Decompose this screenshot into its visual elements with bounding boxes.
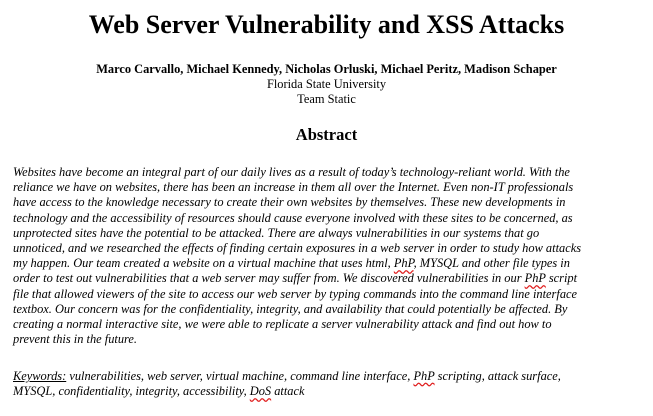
abstract-line: creating a normal interactive site, we w… [13,317,552,332]
abstract-text-segment: my happen. Our team created a website on… [13,256,394,271]
abstract-line: have access to the knowledge necessary t… [13,195,566,210]
abstract-line: unprotected sites have the potential to … [13,225,540,240]
keywords-text: scripting, attack surface, [434,369,561,383]
spellcheck-flagged-word[interactable]: DoS [250,384,271,398]
paper-authors: Marco Carvallo, Michael Kennedy, Nichola… [96,62,557,76]
keywords-section: Keywords: vulnerabilities, web server, v… [13,369,643,399]
team-name: Team Static [297,92,356,106]
abstract-line: my happen. Our team created a website on… [13,256,643,271]
abstract-line: Websites have become an integral part of… [13,165,570,179]
keywords-text: attack [271,384,305,399]
abstract-line: textbox. Our concern was for the confide… [13,301,568,316]
keywords-text: MYSQL, confidentiality, integrity, acces… [13,384,250,399]
document-page: Web Server Vulnerability and XSS Attacks… [0,0,653,416]
spellcheck-flagged-word[interactable]: PhP [413,369,434,383]
abstract-line: prevent this in the future. [13,332,137,347]
keywords-label: Keywords: [13,369,67,383]
abstract-line: reliance we have on websites, there has … [13,180,574,195]
spellcheck-flagged-word[interactable]: PhP [525,271,546,285]
keywords-text: vulnerabilities, web server, virtual mac… [66,369,414,383]
abstract-text-segment: order to test out vulnerabilities that a… [13,271,525,286]
abstract-line: order to test out vulnerabilities that a… [13,271,643,286]
abstract-line: unnoticed, and we researched the effects… [13,241,582,256]
paper-title: Web Server Vulnerability and XSS Attacks [88,10,565,39]
keywords-line: Keywords: vulnerabilities, web server, v… [13,369,643,384]
spellcheck-flagged-word[interactable]: PhP [394,256,414,270]
abstract-text-segment: , MYSQL and other file types in [413,256,570,271]
author-affiliation: Florida State University [266,77,387,91]
abstract-text-segment: script [545,271,578,286]
abstract-heading: Abstract [295,125,358,144]
abstract-line: technology and the accessibility of reso… [13,210,573,225]
abstract-line: file that allowed viewers of the site to… [13,286,578,301]
keywords-line: MYSQL, confidentiality, integrity, acces… [13,384,643,399]
abstract-body: Websites have become an integral part of… [13,165,643,347]
